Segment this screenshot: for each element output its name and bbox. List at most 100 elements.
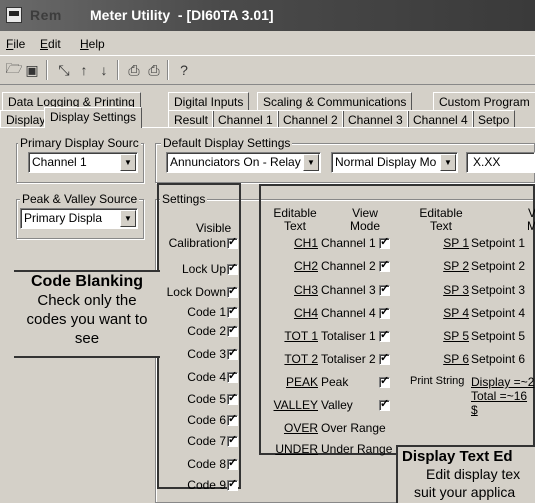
peak-valley-select[interactable]: Primary Displa ▼ bbox=[20, 208, 138, 229]
mode-text: Channel 1 bbox=[321, 236, 376, 250]
menu-help[interactable]: Help bbox=[80, 37, 105, 51]
view-mode-ch3: Channel 3 bbox=[321, 282, 391, 297]
mode-text: Peak bbox=[321, 375, 349, 389]
display-mode-value: Normal Display Mo bbox=[335, 155, 437, 169]
visible-row-lock-down: Lock Down bbox=[160, 284, 238, 299]
toolbar-separator bbox=[46, 60, 48, 80]
tab-channel-2[interactable]: Channel 2 bbox=[277, 110, 344, 128]
hdr-mode: Mode bbox=[349, 219, 381, 233]
view-mode-over: Over Range bbox=[321, 421, 386, 435]
app-icon[interactable] bbox=[6, 7, 22, 23]
print-string-line-2[interactable]: Total =~16 bbox=[471, 389, 527, 403]
format-field[interactable]: X.XX bbox=[466, 152, 535, 173]
editable-text-sp4[interactable]: SP 4 bbox=[443, 306, 469, 320]
connect-icon[interactable]: ⤡ bbox=[54, 60, 74, 80]
editable-text-sp1[interactable]: SP 1 bbox=[443, 236, 469, 250]
checkbox[interactable] bbox=[227, 235, 238, 250]
checkbox[interactable] bbox=[227, 369, 238, 384]
checkbox[interactable] bbox=[379, 305, 391, 320]
print-preview-icon[interactable]: ⎙ bbox=[124, 60, 144, 80]
display-text-callout: Display Text Ed Edit display tex suit yo… bbox=[396, 445, 535, 503]
editable-text-over[interactable]: OVER bbox=[284, 421, 318, 435]
editable-text-tot2[interactable]: TOT 2 bbox=[284, 352, 318, 366]
chevron-down-icon[interactable]: ▼ bbox=[120, 154, 136, 171]
checkbox[interactable] bbox=[227, 323, 238, 338]
visible-row-calibration: Calibration bbox=[160, 235, 238, 250]
print-icon[interactable]: ⎙ bbox=[144, 60, 164, 80]
print-string-line-3[interactable]: $ bbox=[471, 403, 478, 417]
view-mode-tot1: Totaliser 1 bbox=[321, 328, 391, 343]
row-label: Code 9 bbox=[187, 478, 226, 492]
save-icon[interactable]: ▣ bbox=[22, 60, 42, 80]
toolbar: 🗁 ▣ ⤡ ↑ ↓ ⎙ ⎙ ? bbox=[0, 55, 535, 85]
help-icon[interactable]: ? bbox=[174, 60, 194, 80]
row-label: Lock Down bbox=[166, 285, 226, 299]
app-name: Meter Utility bbox=[90, 7, 171, 23]
checkbox[interactable] bbox=[227, 433, 238, 448]
hdr-view: View bbox=[352, 206, 378, 220]
checkbox[interactable] bbox=[379, 328, 391, 343]
checkbox[interactable] bbox=[379, 282, 391, 297]
editable-text-sp3[interactable]: SP 3 bbox=[443, 283, 469, 297]
hdr-text: Text bbox=[429, 219, 452, 233]
tab-channel-3[interactable]: Channel 3 bbox=[342, 110, 409, 128]
checkbox[interactable] bbox=[227, 304, 238, 319]
editable-text-ch2[interactable]: CH2 bbox=[294, 259, 318, 273]
row-label: Code 1 bbox=[187, 305, 226, 319]
peak-valley-label: Peak & Valley Source bbox=[20, 192, 140, 206]
view-mode-peak: Peak bbox=[321, 374, 391, 389]
editable-text-tot1[interactable]: TOT 1 bbox=[284, 329, 318, 343]
tab-custom-program[interactable]: Custom Program bbox=[433, 92, 535, 110]
upload-icon[interactable]: ↑ bbox=[74, 60, 94, 80]
hdr-m: M bbox=[527, 219, 535, 233]
tab-result[interactable]: Result bbox=[168, 110, 215, 128]
visible-row-code-2: Code 2 bbox=[160, 323, 238, 338]
view-mode-sp1: Setpoint 1 bbox=[471, 236, 526, 250]
editable-text-ch4[interactable]: CH4 bbox=[294, 306, 318, 320]
tab-display-settings[interactable]: Display Settings bbox=[44, 107, 143, 128]
print-string-label: Print String bbox=[410, 375, 465, 387]
tab-scaling-communications[interactable]: Scaling & Communications bbox=[257, 92, 413, 110]
menu-file[interactable]: File bbox=[6, 37, 25, 51]
checkbox[interactable] bbox=[379, 351, 391, 366]
chevron-down-icon[interactable]: ▼ bbox=[440, 154, 456, 171]
checkbox[interactable] bbox=[227, 477, 238, 492]
checkbox[interactable] bbox=[227, 284, 238, 299]
menu-bar: File Edit Help bbox=[0, 34, 535, 54]
editable-text-under[interactable]: UNDER bbox=[275, 442, 318, 456]
editable-text-sp6[interactable]: SP 6 bbox=[443, 352, 469, 366]
checkbox[interactable] bbox=[227, 261, 238, 276]
checkbox[interactable] bbox=[227, 456, 238, 471]
checkbox[interactable] bbox=[227, 346, 238, 361]
chevron-down-icon[interactable]: ▼ bbox=[120, 210, 136, 227]
display-mode-select[interactable]: Normal Display Mo ▼ bbox=[331, 152, 458, 173]
annunciators-select[interactable]: Annunciators On - Relay ▼ bbox=[166, 152, 321, 173]
editable-text-sp5[interactable]: SP 5 bbox=[443, 329, 469, 343]
hdr-editable: Editable bbox=[419, 206, 463, 220]
checkbox[interactable] bbox=[379, 235, 391, 250]
download-icon[interactable]: ↓ bbox=[94, 60, 114, 80]
primary-display-select[interactable]: Channel 1 ▼ bbox=[28, 152, 138, 173]
tab-channel-4[interactable]: Channel 4 bbox=[407, 110, 474, 128]
checkbox[interactable] bbox=[227, 412, 238, 427]
row-label: Code 3 bbox=[187, 347, 226, 361]
tab-setpoints[interactable]: Setpo bbox=[472, 110, 516, 128]
tab-channel-1[interactable]: Channel 1 bbox=[212, 110, 279, 128]
checkbox[interactable] bbox=[379, 374, 390, 388]
doc-name: - [DI60TA 3.01] bbox=[177, 7, 274, 23]
checkbox[interactable] bbox=[227, 391, 238, 406]
open-icon[interactable]: 🗁 bbox=[4, 60, 24, 80]
editable-text-sp2[interactable]: SP 2 bbox=[443, 259, 469, 273]
editable-text-valley[interactable]: VALLEY bbox=[274, 398, 318, 412]
print-string-line-1[interactable]: Display =~2 bbox=[471, 375, 534, 389]
window-title-faded: Rem bbox=[30, 7, 62, 23]
editable-text-ch3[interactable]: CH3 bbox=[294, 283, 318, 297]
tab-digital-inputs[interactable]: Digital Inputs bbox=[168, 92, 250, 110]
chevron-down-icon[interactable]: ▼ bbox=[303, 154, 319, 171]
checkbox[interactable] bbox=[379, 397, 390, 411]
menu-edit[interactable]: Edit bbox=[40, 37, 61, 51]
checkbox[interactable] bbox=[379, 258, 391, 273]
row-label: Calibration bbox=[168, 236, 226, 250]
editable-text-peak[interactable]: PEAK bbox=[286, 375, 318, 389]
editable-text-ch1[interactable]: CH1 bbox=[294, 236, 318, 250]
